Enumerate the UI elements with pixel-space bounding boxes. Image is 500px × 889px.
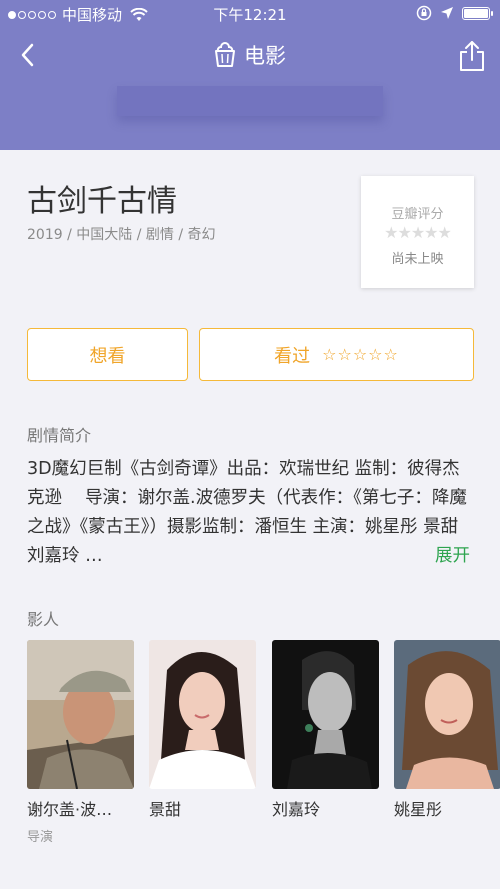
watched-button[interactable]: 看过 ☆☆☆☆☆ [199,328,474,381]
battery-icon [462,6,493,20]
rating-status: 尚未上映 [391,252,444,267]
synopsis-text: 3D魔幻巨制《古剑奇谭》出品：欢瑞世纪 监制：彼得杰克逊 导演：谢尔盖.波德罗夫… [27,459,467,566]
cast-photo [27,640,134,789]
cast-card[interactable]: 姚星彤 [394,640,500,826]
cast-photo [394,640,500,789]
want-label: 想看 [89,345,126,367]
synopsis-text-block: 3D魔幻巨制《古剑奇谭》出品：欢瑞世纪 监制：彼得杰克逊 导演：谢尔盖.波德罗夫… [27,455,477,571]
seen-label: 看过 [274,345,311,367]
expand-link[interactable]: 展开 [435,542,470,571]
nav-title: 电影 [0,40,500,70]
cast-name: 景甜 [149,800,182,819]
cast-photo [149,640,256,789]
rotation-lock-icon [416,5,432,21]
cast-section-title: 影人 [27,610,60,629]
cast-name: 谢尔盖·波… [27,800,113,819]
rating-stars-icon: ★★★★★ [384,223,452,242]
cast-role: 导演 [27,830,54,845]
cast-card[interactable]: 谢尔盖·波… 导演 [27,640,134,845]
cast-card[interactable]: 刘嘉玲 [272,640,379,826]
synopsis-section-title: 剧情简介 [27,426,92,445]
cast-name: 刘嘉玲 [272,800,321,819]
popcorn-icon [215,42,235,67]
want-to-watch-button[interactable]: 想看 [27,328,188,381]
rating-label: 豆瓣评分 [391,207,444,222]
nav-title-label: 电影 [244,44,286,68]
status-right [416,5,493,21]
movie-title: 古剑千古情 [27,184,177,219]
cast-card[interactable]: 景甜 [149,640,256,826]
location-icon [441,7,453,19]
seen-stars-icon[interactable]: ☆☆☆☆☆ [322,345,399,364]
cast-name: 姚星彤 [394,800,443,819]
rating-card[interactable]: 豆瓣评分 ★★★★★ 尚未上映 [361,176,474,288]
status-bar: 中国移动 下午12:21 [0,0,500,28]
share-icon[interactable] [458,40,486,72]
movie-meta: 2019 / 中国大陆 / 剧情 / 奇幻 [27,227,216,243]
cast-photo [272,640,379,789]
poster-edge [117,86,383,116]
